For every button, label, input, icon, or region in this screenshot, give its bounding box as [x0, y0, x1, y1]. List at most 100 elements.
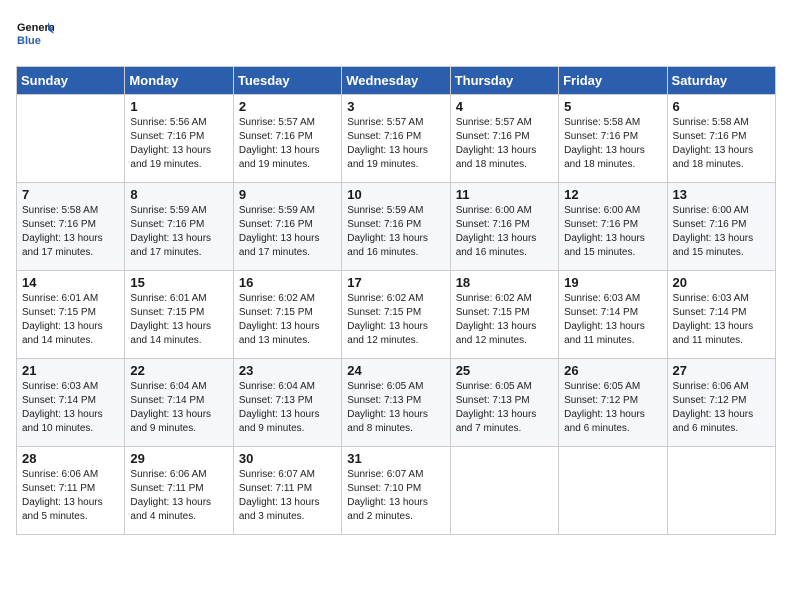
day-detail: Sunrise: 6:03 AMSunset: 7:14 PMDaylight:…	[564, 292, 661, 348]
day-number: 23	[239, 363, 336, 378]
header-saturday: Saturday	[667, 67, 775, 95]
logo-svg: General Blue	[16, 16, 54, 54]
day-detail: Sunrise: 6:05 AMSunset: 7:13 PMDaylight:…	[456, 380, 553, 436]
day-detail: Sunrise: 5:57 AMSunset: 7:16 PMDaylight:…	[239, 116, 336, 172]
day-number: 25	[456, 363, 553, 378]
day-detail: Sunrise: 6:03 AMSunset: 7:14 PMDaylight:…	[22, 380, 119, 436]
svg-text:Blue: Blue	[17, 35, 41, 47]
page-header: General Blue	[16, 16, 776, 54]
day-detail: Sunrise: 6:07 AMSunset: 7:11 PMDaylight:…	[239, 468, 336, 524]
calendar-cell	[17, 95, 125, 183]
week-row-4: 21 Sunrise: 6:03 AMSunset: 7:14 PMDayligh…	[17, 359, 776, 447]
day-number: 3	[347, 99, 444, 114]
day-detail: Sunrise: 6:00 AMSunset: 7:16 PMDaylight:…	[564, 204, 661, 260]
calendar-cell: 24Sunrise: 6:05 AMSunset: 7:13 PMDayligh…	[342, 359, 450, 447]
day-number: 16	[239, 275, 336, 290]
calendar-header-row: SundayMondayTuesdayWednesdayThursdayFrid…	[17, 67, 776, 95]
calendar-cell	[667, 447, 775, 535]
day-detail: Sunrise: 6:06 AMSunset: 7:11 PMDaylight:…	[22, 468, 119, 524]
header-wednesday: Wednesday	[342, 67, 450, 95]
day-number: 21	[22, 363, 119, 378]
day-detail: Sunrise: 6:03 AMSunset: 7:14 PMDaylight:…	[673, 292, 770, 348]
calendar-cell: 25 Sunrise: 6:05 AMSunset: 7:13 PMDayligh…	[450, 359, 558, 447]
day-detail: Sunrise: 6:04 AMSunset: 7:13 PMDaylight:…	[239, 380, 336, 436]
day-number: 30	[239, 451, 336, 466]
day-number: 29	[130, 451, 227, 466]
day-number: 12	[564, 187, 661, 202]
week-row-2: 7 Sunrise: 5:58 AMSunset: 7:16 PMDaylight…	[17, 183, 776, 271]
day-number: 26	[564, 363, 661, 378]
day-detail: Sunrise: 5:58 AMSunset: 7:16 PMDaylight:…	[22, 204, 119, 260]
calendar-cell: 16 Sunrise: 6:02 AMSunset: 7:15 PMDayligh…	[233, 271, 341, 359]
day-detail: Sunrise: 6:04 AMSunset: 7:14 PMDaylight:…	[130, 380, 227, 436]
calendar-cell: 8Sunrise: 5:59 AMSunset: 7:16 PMDaylight…	[125, 183, 233, 271]
calendar-cell: 14 Sunrise: 6:01 AMSunset: 7:15 PMDayligh…	[17, 271, 125, 359]
day-detail: Sunrise: 6:02 AMSunset: 7:15 PMDaylight:…	[239, 292, 336, 348]
day-number: 27	[673, 363, 770, 378]
day-number: 5	[564, 99, 661, 114]
day-detail: Sunrise: 5:59 AMSunset: 7:16 PMDaylight:…	[239, 204, 336, 260]
calendar-cell: 19 Sunrise: 6:03 AMSunset: 7:14 PMDayligh…	[559, 271, 667, 359]
day-detail: Sunrise: 6:06 AMSunset: 7:12 PMDaylight:…	[673, 380, 770, 436]
calendar-cell: 28 Sunrise: 6:06 AMSunset: 7:11 PMDayligh…	[17, 447, 125, 535]
day-number: 7	[22, 187, 119, 202]
header-friday: Friday	[559, 67, 667, 95]
day-number: 9	[239, 187, 336, 202]
day-number: 2	[239, 99, 336, 114]
calendar-cell: 13 Sunrise: 6:00 AMSunset: 7:16 PMDayligh…	[667, 183, 775, 271]
day-number: 15	[130, 275, 227, 290]
day-number: 31	[347, 451, 444, 466]
day-detail: Sunrise: 6:05 AMSunset: 7:13 PMDaylight:…	[347, 380, 444, 436]
calendar-cell: 21 Sunrise: 6:03 AMSunset: 7:14 PMDayligh…	[17, 359, 125, 447]
logo: General Blue	[16, 16, 54, 54]
day-detail: Sunrise: 5:59 AMSunset: 7:16 PMDaylight:…	[130, 204, 227, 260]
day-detail: Sunrise: 5:59 AMSunset: 7:16 PMDaylight:…	[347, 204, 444, 260]
calendar-cell: 1Sunrise: 5:56 AMSunset: 7:16 PMDaylight…	[125, 95, 233, 183]
day-number: 10	[347, 187, 444, 202]
week-row-3: 14 Sunrise: 6:01 AMSunset: 7:15 PMDayligh…	[17, 271, 776, 359]
day-number: 19	[564, 275, 661, 290]
day-detail: Sunrise: 6:06 AMSunset: 7:11 PMDaylight:…	[130, 468, 227, 524]
day-detail: Sunrise: 6:02 AMSunset: 7:15 PMDaylight:…	[456, 292, 553, 348]
calendar-cell: 27 Sunrise: 6:06 AMSunset: 7:12 PMDayligh…	[667, 359, 775, 447]
calendar-cell: 23 Sunrise: 6:04 AMSunset: 7:13 PMDayligh…	[233, 359, 341, 447]
calendar-cell: 15 Sunrise: 6:01 AMSunset: 7:15 PMDayligh…	[125, 271, 233, 359]
day-detail: Sunrise: 6:02 AMSunset: 7:15 PMDaylight:…	[347, 292, 444, 348]
calendar-cell: 30 Sunrise: 6:07 AMSunset: 7:11 PMDayligh…	[233, 447, 341, 535]
day-detail: Sunrise: 6:00 AMSunset: 7:16 PMDaylight:…	[673, 204, 770, 260]
day-detail: Sunrise: 6:01 AMSunset: 7:15 PMDaylight:…	[22, 292, 119, 348]
day-detail: Sunrise: 6:01 AMSunset: 7:15 PMDaylight:…	[130, 292, 227, 348]
calendar-cell: 10 Sunrise: 5:59 AMSunset: 7:16 PMDayligh…	[342, 183, 450, 271]
calendar-cell: 18 Sunrise: 6:02 AMSunset: 7:15 PMDayligh…	[450, 271, 558, 359]
day-number: 17	[347, 275, 444, 290]
day-detail: Sunrise: 6:05 AMSunset: 7:12 PMDaylight:…	[564, 380, 661, 436]
calendar-cell: 9 Sunrise: 5:59 AMSunset: 7:16 PMDaylight…	[233, 183, 341, 271]
day-number: 22	[130, 363, 227, 378]
calendar-cell: 29 Sunrise: 6:06 AMSunset: 7:11 PMDayligh…	[125, 447, 233, 535]
day-detail: Sunrise: 5:58 AMSunset: 7:16 PMDaylight:…	[564, 116, 661, 172]
calendar-cell: 5 Sunrise: 5:58 AMSunset: 7:16 PMDaylight…	[559, 95, 667, 183]
day-number: 6	[673, 99, 770, 114]
calendar-cell: 11Sunrise: 6:00 AMSunset: 7:16 PMDayligh…	[450, 183, 558, 271]
day-detail: Sunrise: 5:57 AMSunset: 7:16 PMDaylight:…	[347, 116, 444, 172]
calendar-cell: 6 Sunrise: 5:58 AMSunset: 7:16 PMDaylight…	[667, 95, 775, 183]
week-row-5: 28 Sunrise: 6:06 AMSunset: 7:11 PMDayligh…	[17, 447, 776, 535]
calendar-cell: 20 Sunrise: 6:03 AMSunset: 7:14 PMDayligh…	[667, 271, 775, 359]
day-number: 28	[22, 451, 119, 466]
day-number: 4	[456, 99, 553, 114]
calendar-cell: 12 Sunrise: 6:00 AMSunset: 7:16 PMDayligh…	[559, 183, 667, 271]
calendar-cell: 4Sunrise: 5:57 AMSunset: 7:16 PMDaylight…	[450, 95, 558, 183]
header-tuesday: Tuesday	[233, 67, 341, 95]
calendar-cell: 2 Sunrise: 5:57 AMSunset: 7:16 PMDaylight…	[233, 95, 341, 183]
day-detail: Sunrise: 6:00 AMSunset: 7:16 PMDaylight:…	[456, 204, 553, 260]
day-number: 14	[22, 275, 119, 290]
day-detail: Sunrise: 5:58 AMSunset: 7:16 PMDaylight:…	[673, 116, 770, 172]
calendar-cell: 17 Sunrise: 6:02 AMSunset: 7:15 PMDayligh…	[342, 271, 450, 359]
day-number: 13	[673, 187, 770, 202]
header-monday: Monday	[125, 67, 233, 95]
day-number: 18	[456, 275, 553, 290]
calendar-cell: 3 Sunrise: 5:57 AMSunset: 7:16 PMDaylight…	[342, 95, 450, 183]
day-number: 1	[130, 99, 227, 114]
day-number: 20	[673, 275, 770, 290]
calendar-table: SundayMondayTuesdayWednesdayThursdayFrid…	[16, 66, 776, 535]
